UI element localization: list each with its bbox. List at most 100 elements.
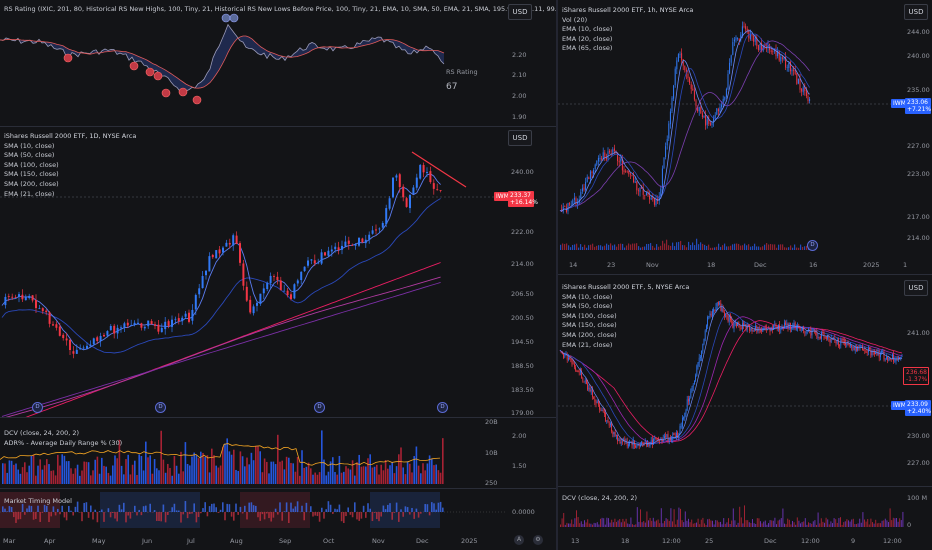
volume-bar	[334, 472, 336, 484]
mtm-title[interactable]: Market Timing Model	[4, 497, 72, 506]
volume-bar	[763, 521, 765, 527]
volume-bar	[574, 244, 576, 250]
volume-bar	[604, 245, 606, 250]
x-tick: Nov	[372, 537, 385, 545]
candle-body	[368, 234, 371, 240]
volume-bar	[738, 243, 740, 250]
indicator-label[interactable]: EMA (21, close)	[4, 190, 136, 200]
candle-body	[818, 336, 820, 338]
indicator-label[interactable]: EMA (10, close)	[562, 25, 693, 35]
intraday-dcv-pane[interactable]: DCV (close, 24, 200, 2) 100 M 0	[558, 487, 932, 531]
volume-bar	[105, 466, 107, 484]
mtm-bar	[428, 512, 431, 516]
axis-tick: 223.00	[907, 170, 930, 178]
candle-body	[245, 286, 248, 301]
candle-body	[756, 326, 758, 332]
currency-button[interactable]: USD	[904, 280, 928, 296]
indicator-label[interactable]: SMA (100, close)	[4, 161, 136, 171]
indicator-label[interactable]: SMA (200, close)	[562, 331, 689, 341]
indicator-label[interactable]: SMA (50, close)	[562, 302, 689, 312]
volume-bar	[737, 522, 739, 527]
volume-bar	[628, 524, 630, 527]
volume-bar	[884, 518, 886, 527]
earnings-icon[interactable]: D	[437, 402, 448, 413]
volume-bar	[572, 244, 574, 250]
volume-bar	[406, 461, 409, 484]
currency-button[interactable]: USD	[508, 4, 532, 20]
indicator-label[interactable]: EMA (20, close)	[562, 35, 693, 45]
volume-bar	[175, 465, 178, 484]
earnings-icon[interactable]: D	[807, 240, 818, 251]
candle-body	[701, 350, 702, 358]
volume-bar	[566, 243, 568, 250]
mtm-bar	[347, 507, 349, 512]
x-tick: 1	[903, 261, 908, 269]
candle-body	[637, 190, 639, 192]
volume-bar	[718, 243, 720, 250]
volume-bar	[722, 245, 724, 250]
volume-bar	[674, 246, 676, 250]
volume-bar	[103, 465, 105, 484]
timezone-icon[interactable]: A	[514, 535, 524, 545]
candle-body	[164, 321, 167, 330]
indicator-label[interactable]: SMA (50, close)	[4, 151, 136, 161]
candle-body	[754, 330, 755, 332]
candle-body	[870, 349, 872, 356]
candle-body	[679, 53, 681, 55]
indicator-label[interactable]: SMA (10, close)	[4, 142, 136, 152]
volume-bar	[228, 451, 231, 484]
candle-body	[784, 322, 785, 328]
earnings-icon[interactable]: D	[314, 402, 325, 413]
adr-title[interactable]: ADR% - Average Daily Range % (30)	[4, 439, 122, 449]
daily-chart-pane[interactable]: iShares Russell 2000 ETF, 1D, NYSE Arca …	[0, 127, 556, 417]
candle-body	[208, 256, 211, 272]
volume-bar	[164, 472, 167, 484]
volume-bar	[600, 518, 601, 527]
mtm-bar	[26, 508, 28, 512]
candle-body	[574, 363, 575, 368]
axis-tick: 222.00	[511, 228, 534, 236]
volume-bar	[134, 460, 136, 484]
x-tick: 2025	[863, 261, 880, 269]
volume-bar	[68, 461, 70, 484]
indicator-label[interactable]: EMA (65, close)	[562, 44, 693, 54]
volume-bar	[792, 520, 793, 527]
mtm-bar	[424, 504, 426, 512]
mtm-bar	[173, 503, 176, 512]
axis-tick: 227.00	[907, 459, 930, 467]
indicator-label[interactable]: Vol (20)	[562, 16, 693, 26]
dcv-title[interactable]: DCV (close, 24, 200, 2)	[4, 429, 122, 439]
volume-bar	[616, 246, 618, 250]
rs-rating-pane[interactable]: RS Rating (IXIC, 201, 80, Historical RS …	[0, 0, 556, 126]
candle-body	[402, 186, 405, 198]
candle-body	[69, 339, 71, 351]
indicator-label[interactable]: SMA (200, close)	[4, 180, 136, 190]
volume-bar	[840, 517, 841, 527]
candle-body	[664, 436, 665, 439]
candle-body	[116, 327, 119, 334]
candle-body	[432, 183, 435, 189]
settings-icon[interactable]: ⚙	[533, 535, 543, 545]
hourly-chart-pane[interactable]: iShares Russell 2000 ETF, 1h, NYSE Arca …	[558, 0, 932, 257]
currency-button[interactable]: USD	[508, 130, 532, 146]
volume-bar	[189, 465, 191, 484]
mtm-bar	[230, 512, 233, 517]
volume-bar	[658, 246, 660, 250]
indicator-label[interactable]: SMA (10, close)	[562, 293, 689, 303]
earnings-icon[interactable]: D	[32, 402, 43, 413]
mtm-bar	[213, 503, 215, 512]
dcv-title[interactable]: DCV (close, 24, 200, 2)	[562, 494, 637, 503]
indicator-label[interactable]: SMA (150, close)	[562, 321, 689, 331]
market-timing-pane[interactable]: Market Timing Model 0.0000	[0, 489, 556, 531]
candle-body	[619, 439, 621, 444]
volume-bar	[730, 245, 732, 250]
intraday-chart-pane[interactable]: iShares Russell 2000 ETF, 5, NYSE Arca S…	[558, 275, 932, 486]
indicator-label[interactable]: SMA (100, close)	[562, 312, 689, 322]
earnings-icon[interactable]: D	[155, 402, 166, 413]
indicator-label[interactable]: EMA (21, close)	[562, 341, 689, 351]
candle-body	[883, 352, 885, 360]
indicator-label[interactable]: SMA (150, close)	[4, 170, 136, 180]
candle-body	[625, 171, 627, 173]
currency-button[interactable]: USD	[904, 4, 928, 20]
dcv-pane[interactable]: DCV (close, 24, 200, 2) ADR% - Average D…	[0, 418, 556, 488]
